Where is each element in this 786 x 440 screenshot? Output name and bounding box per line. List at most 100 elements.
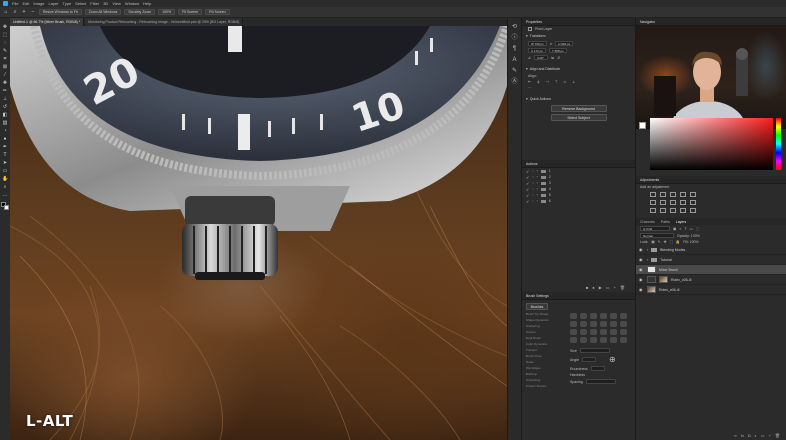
shape-tool-icon[interactable]: ▭ <box>2 168 8 174</box>
select-subject-button[interactable]: Select Subject <box>550 114 607 121</box>
resize-windows-checkbox[interactable]: Resize Windows to Fit <box>39 9 82 15</box>
glyphs-icon[interactable]: Ⓐ <box>511 79 518 86</box>
menu-image[interactable]: Image <box>33 1 44 6</box>
healing-tool-icon[interactable]: ✚ <box>2 80 8 86</box>
brightness-icon[interactable] <box>650 192 656 197</box>
remove-background-button[interactable]: Remove Background <box>550 105 607 112</box>
brush-tip[interactable] <box>600 337 607 343</box>
brush-option[interactable]: Noise <box>526 360 549 364</box>
vibrance-icon[interactable] <box>690 192 696 197</box>
toggle-icon[interactable]: ▫ <box>532 181 533 185</box>
visibility-eye-icon[interactable]: ◉ <box>639 277 644 282</box>
type-tool-icon[interactable]: T <box>2 152 8 158</box>
selective-color-icon[interactable] <box>690 208 696 213</box>
size-slider[interactable] <box>579 348 610 353</box>
check-icon[interactable]: ✓ <box>526 187 529 192</box>
toggle-icon[interactable]: ▫ <box>532 193 533 197</box>
adjustments-tab[interactable]: Adjustments <box>636 176 786 184</box>
layer-row[interactable]: ◉ › Tutorial <box>636 255 786 265</box>
visibility-eye-icon[interactable]: ◉ <box>639 247 644 252</box>
brush-preset-icon[interactable]: ✎ <box>511 68 518 75</box>
check-icon[interactable]: ✓ <box>526 169 529 174</box>
gradient-tool-icon[interactable]: ▥ <box>2 120 8 126</box>
chevron-right-icon[interactable]: › <box>537 181 538 185</box>
brush-settings-tab[interactable]: Brush Settings <box>522 292 635 300</box>
frame-tool-icon[interactable]: ⊠ <box>2 64 8 70</box>
add-mask-icon[interactable]: ◘ <box>748 433 750 438</box>
menu-view[interactable]: View <box>112 1 121 6</box>
brush-tip[interactable] <box>570 313 577 319</box>
toggle-icon[interactable]: ▫ <box>532 169 533 173</box>
chevron-right-icon[interactable]: › <box>537 199 538 203</box>
delete-layer-icon[interactable]: 🗑 <box>775 433 780 438</box>
menu-type[interactable]: Type <box>63 1 72 6</box>
lasso-tool-icon[interactable]: ◌ <box>2 40 8 46</box>
layer-row[interactable]: ◉ Rolex_c06-4l <box>636 285 786 295</box>
brush-tip[interactable] <box>600 329 607 335</box>
brush-tip[interactable] <box>620 337 627 343</box>
color-picker-field[interactable] <box>650 118 773 170</box>
brush-tool-icon[interactable]: ✏ <box>2 88 8 94</box>
brush-tip[interactable] <box>610 321 617 327</box>
scrubby-zoom-checkbox[interactable]: Scrubby Zoom <box>124 9 156 15</box>
align-center-icon[interactable]: ╪ <box>537 80 539 84</box>
pen-tool-icon[interactable]: ✒ <box>2 144 8 150</box>
brush-option[interactable]: Brush Pose <box>526 354 549 358</box>
blend-mode-select[interactable]: Normal <box>640 233 674 238</box>
brush-tip[interactable] <box>590 321 597 327</box>
zoom-tool-icon[interactable]: ⌕ <box>12 9 18 15</box>
new-group-icon[interactable]: ▭ <box>761 433 765 438</box>
brush-tip[interactable] <box>570 321 577 327</box>
doc-tab[interactable]: Monitoring Product Retouching - Retouchi… <box>85 18 244 26</box>
history-icon[interactable]: ⟲ <box>511 24 518 31</box>
brush-tip[interactable] <box>590 329 597 335</box>
gradient-map-icon[interactable] <box>680 208 686 213</box>
photo-filter-icon[interactable] <box>680 200 686 205</box>
lock-paint-icon[interactable]: ✎ <box>658 240 661 244</box>
brush-tip[interactable] <box>600 313 607 319</box>
color-swatches[interactable] <box>1 202 9 210</box>
brush-tip[interactable] <box>580 329 587 335</box>
brush-tip[interactable] <box>620 321 627 327</box>
filter-smart-icon[interactable]: ⬚ <box>696 227 699 231</box>
menu-layer[interactable]: Layer <box>48 1 58 6</box>
brush-tip[interactable] <box>570 337 577 343</box>
brushes-button[interactable]: Brushes <box>526 303 548 310</box>
lock-move-icon[interactable]: ✥ <box>664 240 667 244</box>
brush-option[interactable]: Smoothing <box>526 378 549 382</box>
align-middle-icon[interactable]: ═ <box>564 80 566 84</box>
align-right-icon[interactable]: ⊣ <box>546 80 549 84</box>
zoom-tool-side-icon[interactable]: ⌕ <box>2 184 8 190</box>
width-field[interactable]: W 790 px <box>528 41 547 46</box>
layers-tab[interactable]: Layers <box>676 220 687 224</box>
zoom-out-icon[interactable]: − <box>30 9 36 15</box>
opacity-label[interactable]: Opacity: 100% <box>677 234 700 238</box>
brush-tip[interactable] <box>580 313 587 319</box>
more-tools-icon[interactable]: … <box>2 192 8 198</box>
toggle-icon[interactable]: ▫ <box>532 175 533 179</box>
black-white-icon[interactable] <box>670 200 676 205</box>
layer-style-icon[interactable]: fx <box>741 433 744 438</box>
link-layers-icon[interactable]: ∞ <box>734 433 737 438</box>
actions-tab[interactable]: Actions <box>522 160 635 168</box>
brush-option[interactable]: Brush Tip Shape <box>526 312 549 316</box>
filter-type-icon[interactable]: T <box>684 227 686 231</box>
invert-icon[interactable] <box>650 208 656 213</box>
flip-horizontal-icon[interactable]: ⇋ <box>551 56 554 60</box>
brush-tip[interactable] <box>590 313 597 319</box>
align-top-icon[interactable]: ⊤ <box>555 80 558 84</box>
move-tool-icon[interactable]: ✥ <box>2 24 8 30</box>
link-icon[interactable]: ∞ <box>550 42 553 46</box>
record-icon[interactable]: ● <box>592 285 594 290</box>
filter-adjust-icon[interactable]: ◐ <box>679 227 681 231</box>
levels-icon[interactable] <box>660 192 666 197</box>
brush-tip[interactable] <box>600 321 607 327</box>
new-adjustment-icon[interactable]: ◐ <box>754 433 756 438</box>
menu-filter[interactable]: Filter <box>90 1 99 6</box>
chevron-right-icon[interactable]: › <box>537 169 538 173</box>
chevron-down-icon[interactable]: ▾ <box>526 67 528 71</box>
brush-option[interactable]: Transfer <box>526 348 549 352</box>
color-balance-icon[interactable] <box>660 200 666 205</box>
play-icon[interactable]: ▶ <box>599 285 602 290</box>
action-row[interactable]: ✓ ▫ › 6 <box>522 198 635 204</box>
